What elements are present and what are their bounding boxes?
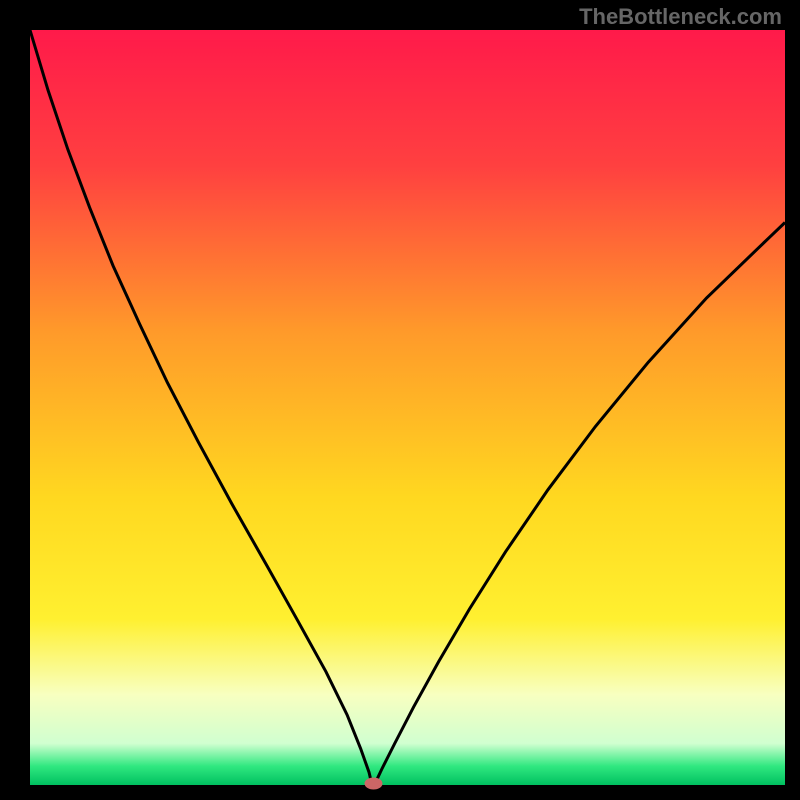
watermark-text: TheBottleneck.com — [579, 4, 782, 30]
bottleneck-chart — [0, 0, 800, 800]
optimal-point-marker — [365, 777, 383, 789]
chart-container: TheBottleneck.com — [0, 0, 800, 800]
chart-gradient-bg — [30, 30, 785, 785]
